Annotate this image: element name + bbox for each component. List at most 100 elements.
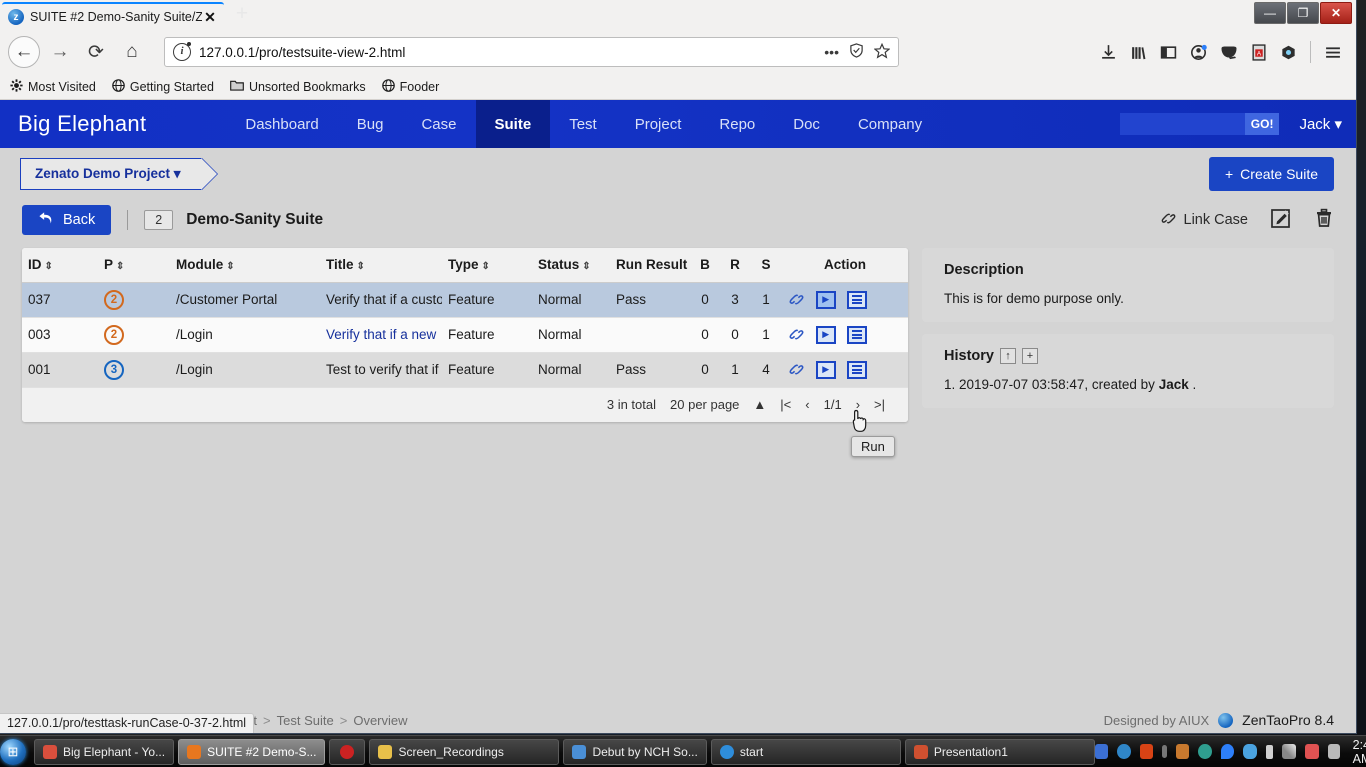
close-window-icon[interactable]: ✕: [1320, 2, 1352, 24]
run-icon[interactable]: ▶: [815, 325, 836, 344]
forward-icon[interactable]: →: [44, 36, 76, 68]
new-tab-button[interactable]: +: [230, 3, 254, 27]
page-actions-icon[interactable]: •••: [824, 44, 839, 60]
container-icon[interactable]: [1280, 44, 1297, 61]
bookmark-most-visited[interactable]: Most Visited: [10, 78, 96, 95]
start-button[interactable]: ⊞: [0, 737, 26, 767]
nav-item-case[interactable]: Case: [402, 100, 475, 148]
col-title[interactable]: Title ⇕: [320, 248, 442, 283]
search-go-button[interactable]: GO!: [1244, 113, 1280, 135]
reader-mode-icon[interactable]: [849, 43, 864, 61]
download-icon[interactable]: [1100, 44, 1117, 61]
zentao-icon[interactable]: [1117, 744, 1131, 759]
back-button[interactable]: Back: [22, 205, 112, 235]
home-icon[interactable]: ⌂: [116, 36, 148, 68]
battery-icon[interactable]: [1265, 744, 1274, 759]
menu-icon[interactable]: [1324, 44, 1342, 61]
network-icon[interactable]: [1094, 744, 1109, 759]
nav-item-test[interactable]: Test: [550, 100, 616, 148]
taskbar-item-start[interactable]: start: [710, 738, 901, 765]
col-status[interactable]: Status ⇕: [532, 248, 610, 283]
nav-item-company[interactable]: Company: [839, 100, 941, 148]
minimize-icon[interactable]: —: [1254, 2, 1286, 24]
maximize-icon[interactable]: ❐: [1287, 2, 1319, 24]
nav-item-dashboard[interactable]: Dashboard: [226, 100, 337, 148]
back-icon[interactable]: ←: [8, 36, 40, 68]
pocket-icon[interactable]: [1220, 44, 1238, 61]
mute-icon[interactable]: [1305, 744, 1319, 759]
taskbar-clock[interactable]: 2:47 AM: [1353, 738, 1366, 766]
create-suite-button[interactable]: + Create Suite: [1208, 157, 1334, 191]
cloud-icon[interactable]: [1243, 744, 1257, 759]
taskbar-item-debut[interactable]: Debut by NCH So...: [563, 738, 707, 765]
per-page-caret-icon[interactable]: ▲: [746, 397, 773, 412]
run-icon[interactable]: ▶: [815, 360, 836, 379]
col-id[interactable]: ID ⇕: [22, 248, 98, 283]
cell-s: 4: [750, 352, 782, 388]
reload-icon[interactable]: ⟳: [80, 36, 112, 68]
breadcrumb-item[interactable]: Overview: [353, 713, 407, 728]
table-row[interactable]: 037 2 /Customer Portal Verify that if a …: [22, 282, 908, 318]
table-row[interactable]: 003 2 /Login Verify that if a new Featur…: [22, 317, 908, 353]
close-icon[interactable]: ✕: [202, 9, 218, 26]
col-priority[interactable]: P ⇕: [98, 248, 170, 283]
first-page-button[interactable]: |<: [773, 397, 798, 412]
cell-title[interactable]: Verify that if a custo: [320, 282, 442, 318]
edit-icon[interactable]: [1270, 207, 1292, 234]
url-bar[interactable]: i 127.0.0.1/pro/testsuite-view-2.html ••…: [164, 37, 899, 67]
collapse-icon[interactable]: ↑: [999, 348, 1016, 364]
library-icon[interactable]: [1130, 44, 1147, 61]
trash-icon[interactable]: [1314, 207, 1334, 234]
app-icon[interactable]: [1175, 744, 1190, 759]
firefox-icon[interactable]: [1139, 744, 1154, 759]
link-icon[interactable]: [788, 327, 805, 342]
expand-icon[interactable]: +: [1021, 348, 1038, 364]
link-icon[interactable]: [788, 292, 805, 307]
site-info-icon[interactable]: i: [173, 42, 191, 61]
taskbar-item-firefox[interactable]: SUITE #2 Demo-S...: [178, 738, 326, 765]
bookmark-unsorted[interactable]: Unsorted Bookmarks: [230, 79, 366, 95]
signal-icon[interactable]: [1282, 744, 1297, 759]
list-icon[interactable]: [846, 360, 867, 379]
cell-title[interactable]: Verify that if a new: [320, 317, 442, 353]
col-module[interactable]: Module ⇕: [170, 248, 320, 283]
spiral-icon[interactable]: [1198, 744, 1212, 759]
taskbar-item-recorder[interactable]: [329, 738, 366, 765]
per-page-selector[interactable]: 20 per page: [663, 397, 746, 412]
account-icon[interactable]: [1190, 44, 1207, 61]
breadcrumb-item[interactable]: Test Suite: [277, 713, 334, 728]
list-icon[interactable]: [846, 290, 867, 309]
nav-item-repo[interactable]: Repo: [700, 100, 774, 148]
nav-item-bug[interactable]: Bug: [338, 100, 403, 148]
nav-item-suite[interactable]: Suite: [475, 100, 551, 148]
col-type[interactable]: Type ⇕: [442, 248, 532, 283]
flag-icon[interactable]: [1327, 744, 1340, 759]
link-icon[interactable]: [788, 362, 805, 377]
alert-icon[interactable]: [1162, 745, 1167, 758]
drop-icon[interactable]: [1220, 744, 1235, 759]
prev-page-button[interactable]: ‹: [798, 397, 816, 412]
last-page-button[interactable]: >|: [867, 397, 892, 412]
next-page-button[interactable]: ›: [849, 397, 867, 412]
taskbar-item-chrome[interactable]: Big Elephant - Yo...: [34, 738, 175, 765]
taskbar-item-screen-recordings[interactable]: Screen_Recordings: [369, 738, 560, 765]
sidebar-icon[interactable]: [1160, 44, 1177, 61]
bookmark-fooder[interactable]: Fooder: [381, 78, 439, 95]
user-menu[interactable]: Jack ▾: [1299, 115, 1342, 133]
nav-item-doc[interactable]: Doc: [774, 100, 839, 148]
run-icon[interactable]: ▶: [815, 290, 836, 309]
search-input[interactable]: [1119, 113, 1245, 135]
bookmark-getting-started[interactable]: Getting Started: [112, 78, 214, 95]
system-tray: 2:47 AM: [1094, 738, 1366, 766]
taskbar-item-presentation[interactable]: Presentation1: [904, 738, 1095, 765]
nav-item-project[interactable]: Project: [616, 100, 701, 148]
table-row[interactable]: 001 3 /Login Test to verify that if Feat…: [22, 352, 908, 388]
project-selector[interactable]: Zenato Demo Project ▾: [20, 158, 202, 190]
list-icon[interactable]: [846, 325, 867, 344]
link-case-label: Link Case: [1183, 212, 1248, 228]
browser-tab[interactable]: z SUITE #2 Demo-Sanity Suite/Ze ✕: [2, 2, 224, 30]
bookmark-star-icon[interactable]: [873, 42, 891, 62]
cell-title[interactable]: Test to verify that if: [320, 352, 442, 388]
page-action-icon[interactable]: A: [1251, 43, 1267, 61]
link-case-button[interactable]: Link Case: [1160, 211, 1248, 230]
